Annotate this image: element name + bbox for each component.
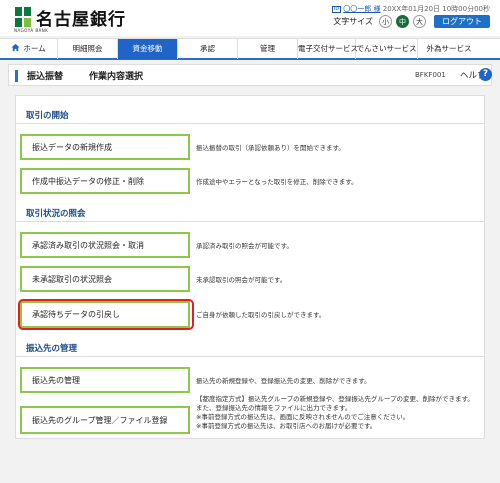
nav-home-label: ホーム [23, 44, 46, 53]
page-title: 振込振替 [27, 72, 64, 82]
bank-name-sub: NAGOYA BANK [14, 28, 49, 33]
withdraw-pending-desc: ご自身が依頼した取引の引戻しができます。 [196, 311, 326, 319]
screen-code: BFKF001 [415, 71, 446, 79]
section-divider [16, 221, 484, 222]
home-icon [11, 43, 20, 52]
approved-status-desc: 承認済み取引の照会が可能です。 [196, 242, 293, 250]
font-size-label: 文字サイズ [333, 17, 373, 26]
edit-draft-button[interactable]: 作成中振込データの修正・削除 [20, 168, 190, 194]
nav-densai[interactable]: でんさいサービス [356, 39, 418, 59]
desc-line: 【都度指定方式】振込先グループの新規登録や、登録振込先グループの変更、削除ができ… [196, 395, 474, 403]
payee-group-file-button[interactable]: 振込先のグループ管理／ファイル登録 [20, 406, 190, 434]
font-small-button[interactable]: 小 [379, 15, 392, 28]
desc-line: ※事前登録方式の振込先は、お取引店へのお届けが必要です。 [196, 422, 377, 430]
work-selection-panel: 取引の開始 振込データの新規作成 振込振替の取引（承認依頼あり）を開始できます。… [15, 95, 485, 439]
payee-group-file-desc: 【都度指定方式】振込先グループの新規登録や、登録振込先グループの変更、削除ができ… [196, 395, 476, 431]
title-accent [15, 70, 18, 82]
section-divider [16, 123, 484, 124]
nav-management[interactable]: 管理 [238, 39, 298, 59]
nav-statements[interactable]: 明細照会 [58, 39, 118, 59]
logout-button[interactable]: ログアウト [434, 15, 490, 28]
section-title-start: 取引の開始 [26, 111, 69, 121]
unapproved-status-button[interactable]: 未承認取引の状況照会 [20, 266, 190, 292]
page-subtitle: 作業内容選択 [89, 72, 144, 82]
font-size-controls: 文字サイズ 小 中 大 ログアウト [333, 15, 490, 28]
nav-e-delivery[interactable]: 電子交付サービス [298, 39, 358, 59]
new-transfer-button[interactable]: 振込データの新規作成 [20, 134, 190, 160]
bank-name: 名古屋銀行 [36, 10, 126, 30]
user-name-link[interactable]: 〇〇一郎 様 [343, 5, 380, 13]
last-login-time: 20XX年01月20日 10時00分00秒 [382, 5, 490, 13]
approved-status-button[interactable]: 承認済み取引の状況照会・取消 [20, 232, 190, 258]
unapproved-status-desc: 未承認取引の照会が可能です。 [196, 276, 287, 284]
new-transfer-desc: 振込振替の取引（承認依頼あり）を開始できます。 [196, 144, 345, 152]
header: 名古屋銀行 NAGOYA BANK ID 〇〇一郎 様 20XX年01月20日 … [0, 0, 500, 36]
section-title-status: 取引状況の照会 [26, 209, 86, 219]
nav-approval[interactable]: 承認 [178, 39, 238, 59]
user-info: ID 〇〇一郎 様 20XX年01月20日 10時00分00秒 [332, 4, 490, 14]
global-nav: ホーム 明細照会 資金移動 承認 管理 電子交付サービス でんさいサービス 外為… [0, 38, 500, 60]
desc-line: また、登録振込先の情報をファイルに出力できます。 [196, 404, 352, 412]
bank-logo-icon [15, 7, 31, 27]
desc-line: ※事前登録方式の振込先は、画面に反映されませんのでご注意ください。 [196, 413, 410, 421]
section-divider [16, 356, 484, 357]
nav-forex[interactable]: 外為サービス [418, 39, 480, 59]
help-icon[interactable]: ? [479, 68, 492, 81]
nav-fund-transfer[interactable]: 資金移動 [118, 39, 178, 59]
font-medium-button[interactable]: 中 [396, 15, 409, 28]
edit-draft-desc: 作成途中やエラーとなった取引を修正、削除できます。 [196, 178, 358, 186]
section-title-payees: 振込先の管理 [26, 344, 78, 354]
user-icon: ID [332, 5, 342, 13]
nav-home[interactable]: ホーム [0, 39, 58, 59]
payee-management-button[interactable]: 振込先の管理 [20, 367, 190, 393]
page-title-bar: 振込振替 作業内容選択 BFKF001 ヘルプ ? [8, 64, 492, 86]
payee-management-desc: 振込先の新規登録や、登録振込先の変更、削除ができます。 [196, 377, 371, 385]
font-large-button[interactable]: 大 [413, 15, 426, 28]
selection-highlight [18, 299, 194, 330]
